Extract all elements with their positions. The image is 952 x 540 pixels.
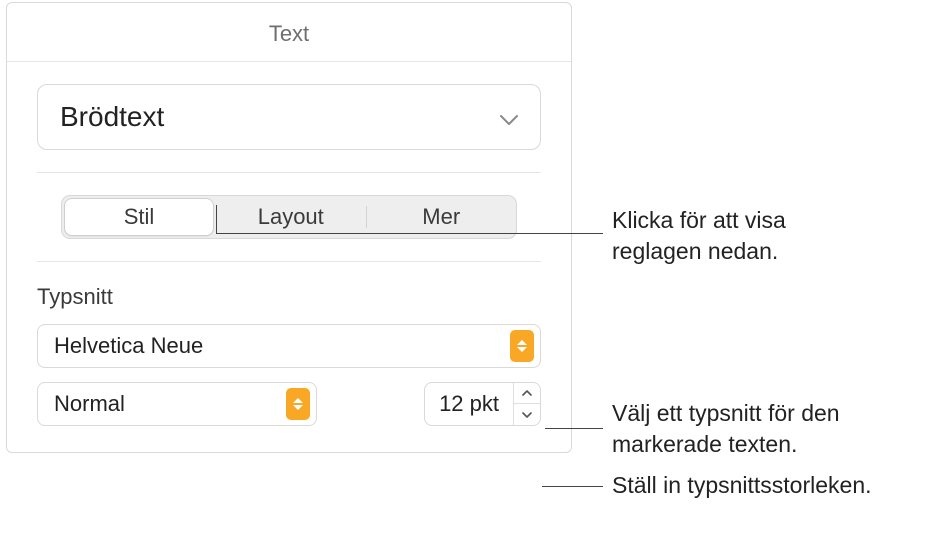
popup-handle-icon [286,388,310,420]
font-section-label: Typsnitt [37,284,541,310]
callout-text: Klicka för att visa reglagen nedan. [612,205,852,267]
font-weight-dropdown[interactable]: Normal [37,382,317,426]
popup-handle-icon [510,330,534,362]
tab-label: Stil [124,204,155,230]
font-family-dropdown[interactable]: Helvetica Neue [37,324,541,368]
font-size-value: 12 pkt [425,391,513,417]
divider [37,172,541,173]
paragraph-style-value: Brödtext [60,101,164,133]
font-size-field[interactable]: 12 pkt [424,382,541,426]
font-row-2: Normal 12 pkt [37,382,541,426]
tab-layout[interactable]: Layout [216,196,366,238]
tab-label: Layout [258,204,324,230]
panel-title: Text [7,3,571,62]
stepper-up-button[interactable] [514,382,540,404]
tab-mer[interactable]: Mer [367,196,517,238]
font-weight-value: Normal [54,391,125,417]
panel-body: Brödtext Stil Layout Mer Typsnitt Helvet… [7,62,571,452]
divider [37,261,541,262]
tab-label: Mer [422,204,460,230]
callout-leader [216,205,217,233]
font-family-value: Helvetica Neue [54,333,203,359]
font-size-stepper [513,382,540,426]
stepper-down-button[interactable] [514,404,540,426]
chevron-down-icon [500,101,518,133]
callout-text: Välj ett typsnitt för den markerade text… [612,398,932,460]
text-format-panel: Text Brödtext Stil Layout Mer Typsnitt H… [6,2,572,453]
paragraph-style-dropdown[interactable]: Brödtext [37,84,541,150]
callout-leader [545,428,603,429]
callout-text: Ställ in typsnittsstorleken. [612,470,952,501]
tab-stil[interactable]: Stil [64,198,214,236]
callout-leader [216,233,603,234]
callout-leader [542,486,603,487]
